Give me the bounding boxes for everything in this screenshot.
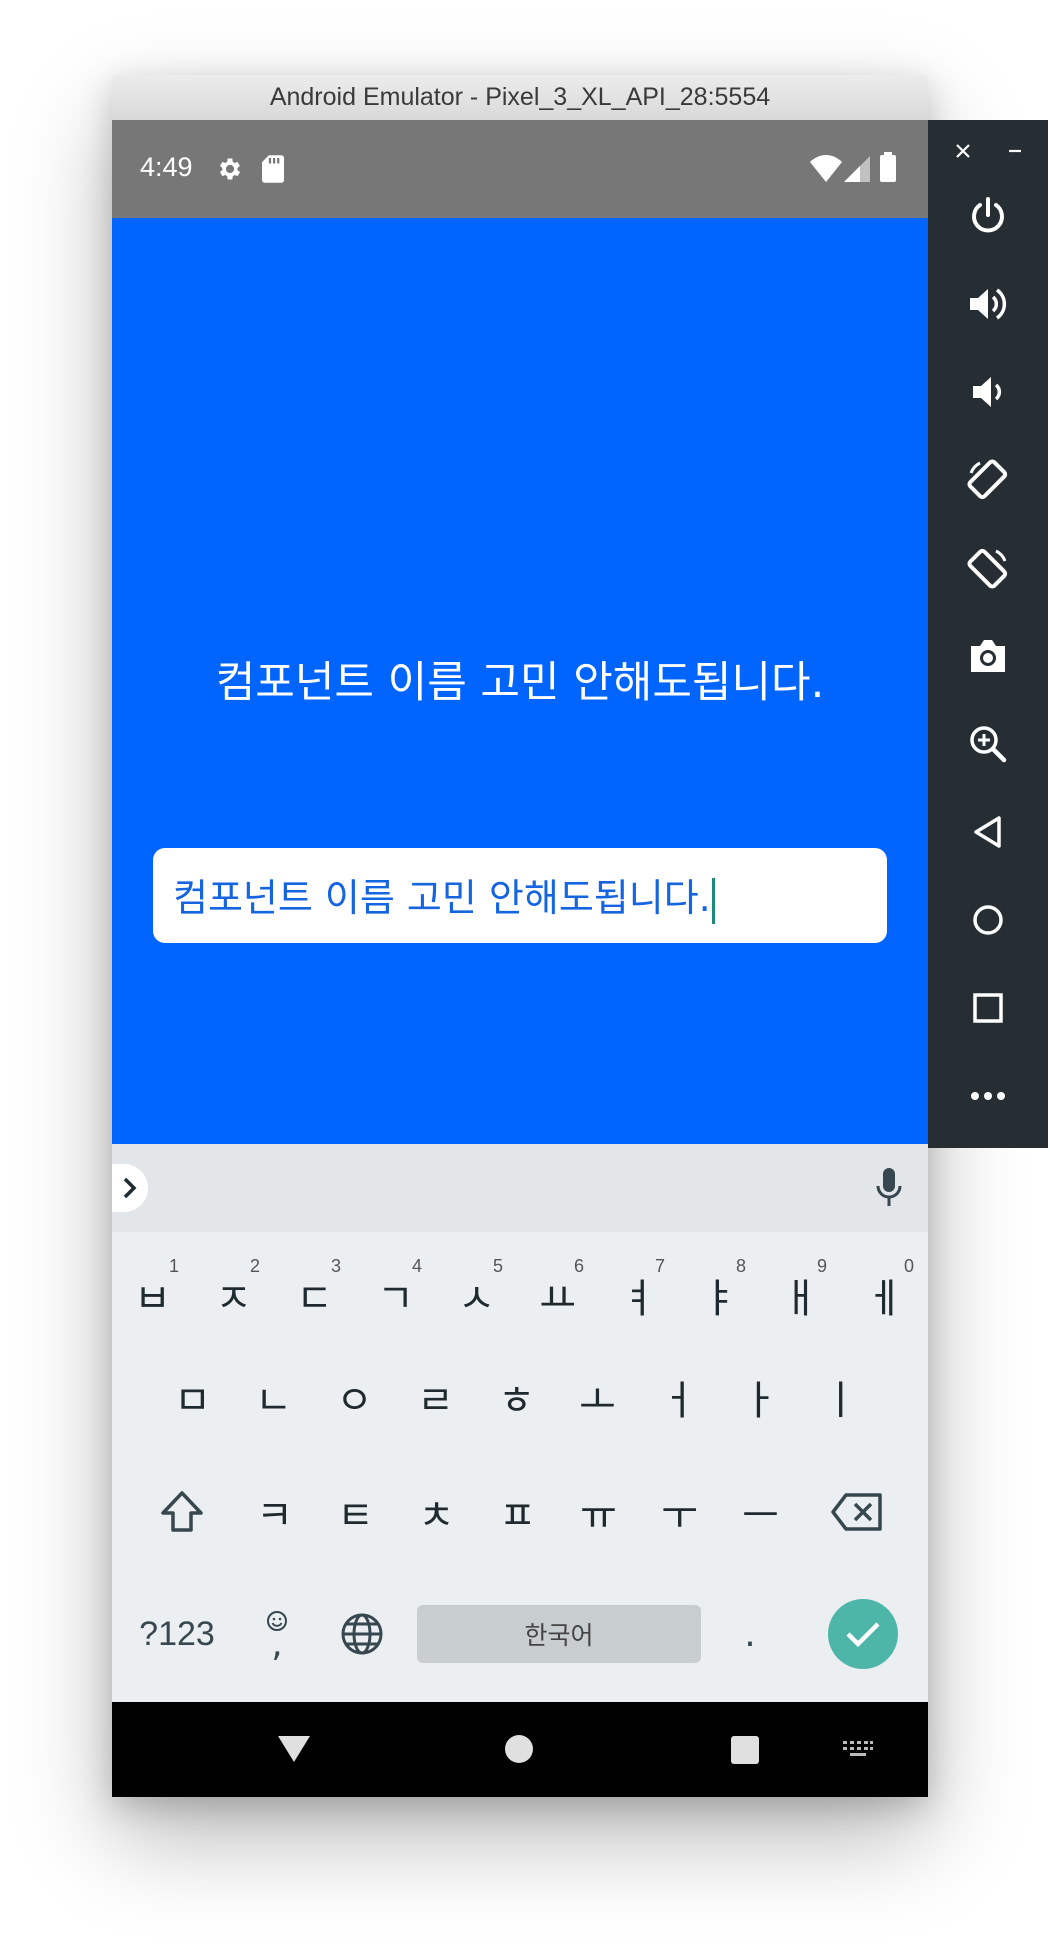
key-row2-3[interactable]: ㅇ	[314, 1352, 395, 1442]
globe-icon	[341, 1613, 383, 1655]
key-hint: 2	[249, 1256, 260, 1276]
key-hint: 1	[168, 1256, 179, 1276]
key-row2-2[interactable]: ㄴ	[233, 1352, 314, 1442]
text-caret	[711, 877, 715, 924]
key-row2-8[interactable]: ㅏ	[719, 1352, 800, 1442]
key-hint: 6	[573, 1256, 584, 1276]
home-circle-icon[interactable]	[504, 1734, 534, 1764]
key-row2-1[interactable]: ㅁ	[152, 1352, 233, 1442]
soft-keyboard: ㅂ1 ㅈ2 ㄷ3 ㄱ4 ㅅ5 ㅛ6 ㅕ7 ㅑ8 ㅐ9 ㅔ0 ㅁ ㄴ ㅇ ㄹ ㅎ …	[112, 1232, 928, 1702]
volume-up-button[interactable]	[928, 260, 1048, 348]
key-row1-4[interactable]: ㄱ4	[355, 1250, 436, 1340]
key-row1-8[interactable]: ㅑ8	[679, 1250, 760, 1340]
navigation-bar	[112, 1702, 928, 1797]
microphone-icon	[876, 1168, 902, 1206]
home-icon	[973, 905, 1003, 935]
chevron-right-icon	[123, 1177, 137, 1199]
rotate-left-button[interactable]	[928, 436, 1048, 524]
page-heading: 컴포넌트 이름 고민 안해도됩니다.	[215, 658, 825, 708]
symbols-key[interactable]: ?123	[122, 1589, 232, 1679]
rotate-right-button[interactable]	[928, 524, 1048, 612]
text-input[interactable]: 컴포넌트 이름 고민 안해도됩니다.	[153, 848, 887, 943]
status-time: 4:49	[140, 152, 193, 182]
key-row1-10[interactable]: ㅔ0	[841, 1250, 928, 1340]
key-row1-3[interactable]: ㄷ3	[274, 1250, 355, 1340]
volume-up-icon	[970, 288, 1007, 320]
key-hint: 5	[492, 1256, 503, 1276]
key-row3-4[interactable]: ㅍ	[477, 1467, 558, 1557]
checkmark-icon	[846, 1622, 880, 1648]
backspace-key[interactable]	[807, 1467, 907, 1557]
emulator-window: Android Emulator - Pixel_3_XL_API_28:555…	[112, 75, 928, 1797]
minimize-icon[interactable]	[1006, 142, 1024, 160]
back-triangle-icon[interactable]	[276, 1734, 312, 1764]
key-row1-9[interactable]: ㅐ9	[760, 1250, 841, 1340]
key-row2-4[interactable]: ㄹ	[395, 1352, 476, 1442]
key-row3-5[interactable]: ㅠ	[558, 1467, 639, 1557]
key-row3-3[interactable]: ㅊ	[396, 1467, 477, 1557]
key-hint: 7	[654, 1256, 665, 1276]
overview-square-icon	[973, 993, 1003, 1023]
screenshot-button[interactable]	[928, 612, 1048, 700]
back-icon	[974, 816, 1001, 848]
rotate-right-icon	[967, 548, 1008, 589]
window-titlebar[interactable]: Android Emulator - Pixel_3_XL_API_28:555…	[112, 75, 928, 121]
close-icon[interactable]	[954, 142, 972, 160]
window-title: Android Emulator - Pixel_3_XL_API_28:555…	[269, 83, 771, 111]
key-hint: 9	[816, 1256, 827, 1276]
keyboard-switch-icon[interactable]	[842, 1740, 874, 1760]
key-row2-7[interactable]: ㅓ	[638, 1352, 719, 1442]
key-row3-7[interactable]: ㅡ	[720, 1467, 801, 1557]
recents-square-icon[interactable]	[730, 1735, 760, 1765]
volume-down-icon	[973, 377, 1002, 407]
key-hint: 8	[735, 1256, 746, 1276]
power-button[interactable]	[928, 172, 1048, 260]
key-hint: 3	[330, 1256, 341, 1276]
back-button[interactable]	[928, 788, 1048, 876]
key-row3-2[interactable]: ㅌ	[315, 1467, 396, 1557]
zoom-in-icon	[970, 726, 1007, 763]
wifi-icon	[810, 155, 842, 182]
key-hint: 4	[411, 1256, 422, 1276]
key-hint: 0	[903, 1256, 914, 1276]
key-row1-5[interactable]: ㅅ5	[436, 1250, 517, 1340]
expand-toolbar-button[interactable]	[112, 1164, 148, 1212]
shift-key[interactable]	[132, 1467, 232, 1557]
emoji-comma-key[interactable]: ,	[242, 1589, 312, 1679]
camera-icon	[971, 640, 1005, 672]
app-screen: 컴포넌트 이름 고민 안해도됩니다. 컴포넌트 이름 고민 안해도됩니다.	[112, 218, 928, 1144]
key-row2-5[interactable]: ㅎ	[476, 1352, 557, 1442]
more-options-button[interactable]	[928, 1052, 1048, 1140]
status-bar: 4:49	[112, 120, 928, 218]
voice-input-button[interactable]	[874, 1166, 904, 1212]
emulator-side-panel	[928, 120, 1048, 1148]
backspace-icon	[831, 1493, 882, 1531]
enter-done-key[interactable]	[828, 1599, 898, 1669]
overview-button[interactable]	[928, 964, 1048, 1052]
key-row2-9[interactable]: ㅣ	[800, 1352, 881, 1442]
key-row1-2[interactable]: ㅈ2	[193, 1250, 274, 1340]
key-row1-7[interactable]: ㅕ7	[598, 1250, 679, 1340]
home-button[interactable]	[928, 876, 1048, 964]
period-key[interactable]: .	[710, 1589, 790, 1679]
key-row3-1[interactable]: ㅋ	[234, 1467, 315, 1557]
key-row1-1[interactable]: ㅂ1	[112, 1250, 193, 1340]
sd-card-icon	[262, 155, 284, 183]
power-icon	[972, 197, 1004, 233]
key-row3-6[interactable]: ㅜ	[639, 1467, 720, 1557]
text-input-value: 컴포넌트 이름 고민 안해도됩니다.	[173, 867, 715, 924]
zoom-button[interactable]	[928, 700, 1048, 788]
cell-signal-icon	[844, 156, 870, 182]
settings-gear-icon	[219, 158, 241, 180]
language-key[interactable]	[322, 1589, 402, 1679]
more-dots-icon	[971, 1092, 1005, 1100]
volume-down-button[interactable]	[928, 348, 1048, 436]
shift-arrow-icon	[161, 1491, 203, 1532]
rotate-left-icon	[967, 459, 1008, 500]
suggestion-strip	[112, 1144, 928, 1232]
battery-icon	[880, 152, 896, 182]
space-key[interactable]: 한국어	[417, 1605, 701, 1663]
key-row2-6[interactable]: ㅗ	[557, 1352, 638, 1442]
key-row1-6[interactable]: ㅛ6	[517, 1250, 598, 1340]
